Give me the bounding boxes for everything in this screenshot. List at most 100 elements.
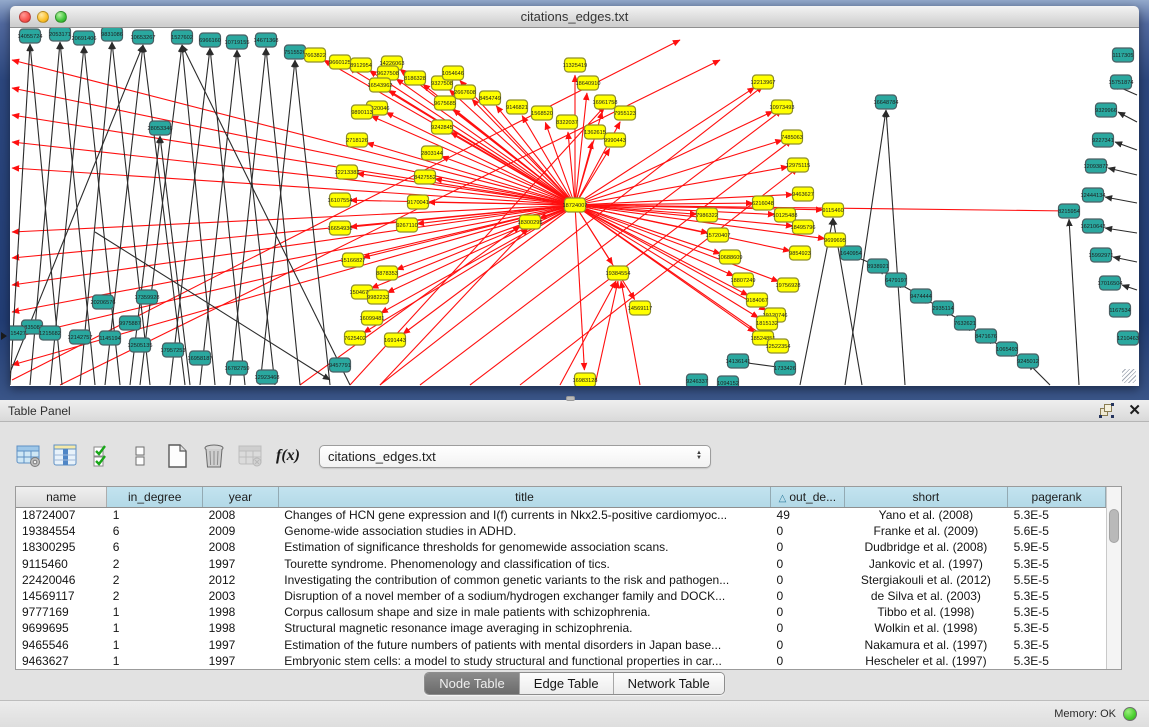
cell-title[interactable]: Structural magnetic resonance image aver… [278,620,770,636]
graph-node[interactable]: 7986322 [696,208,718,222]
graph-node[interactable]: 18807249 [731,273,756,287]
column-visibility-icon[interactable] [52,442,80,470]
graph-node[interactable]: 1117305 [1113,48,1134,62]
graph-node[interactable]: 16099481 [360,311,385,325]
cell-title[interactable]: Corpus callosum shape and size in male p… [278,604,770,620]
graph-node[interactable]: 1691443 [384,333,406,347]
cell-pagerank[interactable]: 5.3E-5 [1008,604,1106,620]
graph-node[interactable]: 7485063 [781,130,803,144]
cell-title[interactable]: Disruption of a novel member of a sodium… [278,588,770,604]
graph-node[interactable]: 9660125 [329,55,351,69]
cell-title[interactable]: Changes of HCN gene expression and I(f) … [278,507,770,523]
cell-name[interactable]: 18300295 [16,539,107,555]
graph-node[interactable]: 9146821 [506,100,528,114]
table-row[interactable]: 1456911722003Disruption of a novel membe… [16,588,1106,604]
cell-pagerank[interactable]: 5.6E-5 [1008,523,1106,539]
graph-node[interactable]: 9474444 [910,289,932,303]
table-row[interactable]: 1938455462009Genome-wide association stu… [16,523,1106,539]
close-panel-icon[interactable]: ✕ [1128,404,1141,417]
cell-short[interactable]: de Silva et al. (2003) [844,588,1007,604]
graph-node[interactable]: 15751874 [1109,75,1134,89]
cell-in-degree[interactable]: 1 [107,637,203,653]
tab-node-table[interactable]: Node Table [425,673,520,694]
graph-node[interactable]: 6216048 [752,196,774,210]
graph-node[interactable]: 17016504 [1098,276,1123,290]
graph-node[interactable]: 11325419 [563,58,587,72]
table-settings-icon[interactable] [15,442,43,470]
graph-node[interactable]: 17957253 [161,343,186,357]
graph-node[interactable]: 12213967 [751,75,776,89]
column-header-name[interactable]: name [16,487,107,507]
graph-node[interactable]: 9115460 [822,203,843,217]
cell-year[interactable]: 1998 [203,620,279,636]
graph-node[interactable]: 14569117 [628,301,652,315]
graph-node[interactable]: 16961758 [593,95,618,109]
graph-node[interactable]: 14055724 [18,29,43,43]
scrollbar-thumb[interactable] [1109,509,1119,543]
cell-pagerank[interactable]: 5.3E-5 [1008,556,1106,572]
table-scrollbar[interactable] [1106,487,1121,669]
graph-node[interactable]: 10653267 [131,30,156,44]
graph-node[interactable]: 1815132 [756,316,778,330]
cell-name[interactable]: 14569117 [16,588,107,604]
graph-node[interactable]: 2718126 [346,133,368,147]
cell-pagerank[interactable]: 5.9E-5 [1008,539,1106,555]
graph-node[interactable]: 14671368 [254,33,279,47]
graph-node[interactable]: 7955123 [614,106,636,120]
graph-node[interactable]: 8912954 [350,58,372,72]
cell-year[interactable]: 1998 [203,604,279,620]
graph-node[interactable]: 12975115 [786,158,810,172]
graph-node[interactable]: 1210463 [1117,331,1139,345]
graph-node[interactable]: 1167534 [1109,303,1130,317]
graph-node[interactable]: 9457791 [329,358,351,372]
graph-node[interactable]: 1054646 [442,66,464,80]
network-window-titlebar[interactable]: citations_edges.txt [10,6,1139,28]
graph-node[interactable]: 1568520 [531,106,553,120]
graph-node[interactable]: 16210643 [1081,219,1106,233]
function-builder-icon[interactable]: f(x) [274,442,302,470]
graph-node[interactable]: 6966160 [199,33,221,47]
table-row[interactable]: 1872400712008Changes of HCN gene express… [16,507,1106,523]
graph-node[interactable]: 15992971 [1089,248,1114,262]
cell-in-degree[interactable]: 1 [107,604,203,620]
graph-node[interactable]: 9831086 [101,28,123,41]
graph-node[interactable]: 9699695 [824,233,846,247]
graph-node[interactable]: 16648784 [874,95,899,109]
graph-node[interactable]: 9990443 [604,133,626,147]
graph-node[interactable]: 1094152 [717,376,739,386]
tab-network-table[interactable]: Network Table [614,673,724,694]
cell-name[interactable]: 9463627 [16,653,107,669]
graph-node[interactable]: 8322037 [556,115,578,129]
cell-title[interactable]: Investigating the contribution of common… [278,572,770,588]
delete-table-icon[interactable] [200,442,228,470]
graph-node[interactable]: 16958187 [188,351,213,365]
graph-node[interactable]: 2053171 [49,28,71,41]
cell-name[interactable]: 19384554 [16,523,107,539]
cell-pagerank[interactable]: 5.3E-5 [1008,507,1106,523]
graph-node[interactable]: 1215682 [39,326,61,340]
graph-node[interactable]: 7515526 [284,45,306,59]
cell-short[interactable]: Tibbo et al. (1998) [844,604,1007,620]
cell-name[interactable]: 9777169 [16,604,107,620]
graph-node[interactable]: 8471676 [975,329,997,343]
graph-node[interactable]: 16654936 [328,221,353,235]
graph-node[interactable]: 9854923 [789,246,811,260]
graph-node[interactable]: 10688609 [718,250,743,264]
table-row[interactable]: 2242004622012Investigating the contribut… [16,572,1106,588]
graph-node[interactable]: 17359928 [135,290,160,304]
graph-node[interactable]: 18495796 [791,220,816,234]
cell-pagerank[interactable]: 5.3E-5 [1008,620,1106,636]
column-header-out-de-[interactable]: △out_de... [771,487,845,507]
graph-node[interactable]: 1145194 [99,331,120,345]
minimize-button[interactable] [37,11,49,23]
graph-node[interactable]: 12522354 [766,339,791,353]
cell-out-de-[interactable]: 0 [771,572,845,588]
graph-node[interactable]: 9242845 [431,120,453,134]
graph-node[interactable]: 1362615 [584,125,606,139]
cell-out-de-[interactable]: 0 [771,556,845,572]
cell-out-de-[interactable]: 0 [771,588,845,604]
cell-short[interactable]: Yano et al. (2008) [844,507,1007,523]
cell-out-de-[interactable]: 0 [771,523,845,539]
graph-node[interactable]: 12444134 [1081,188,1106,202]
cell-in-degree[interactable]: 2 [107,556,203,572]
